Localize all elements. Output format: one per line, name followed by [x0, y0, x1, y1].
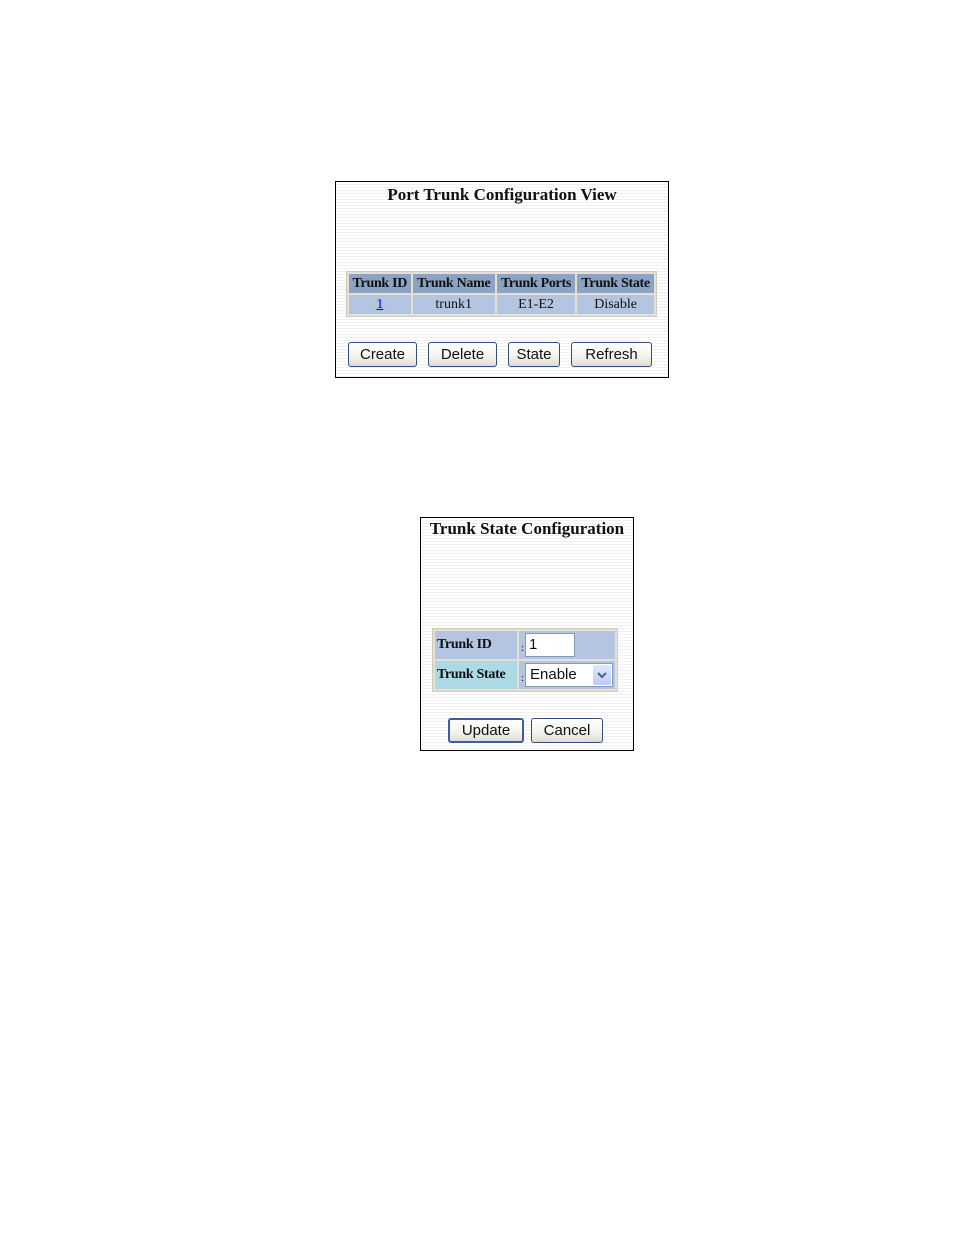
form-row-trunk-state: Trunk State : Enable — [435, 661, 615, 689]
trunk-state-form: Trunk ID :1 Trunk State : Enable — [432, 628, 618, 692]
column-header-trunk-ports: Trunk Ports — [496, 274, 576, 293]
separator: : — [520, 672, 524, 685]
trunk-state-configuration-panel: Trunk State Configuration Trunk ID :1 Tr… — [420, 517, 634, 751]
trunk-id-value-cell: :1 — [518, 631, 615, 659]
panel-title: Port Trunk Configuration View — [387, 185, 617, 204]
column-header-trunk-name: Trunk Name — [412, 274, 495, 293]
cancel-button[interactable]: Cancel — [531, 718, 603, 743]
separator: : — [520, 642, 524, 655]
column-header-trunk-state: Trunk State — [577, 274, 654, 293]
create-button[interactable]: Create — [348, 342, 417, 367]
chevron-down-icon[interactable] — [593, 665, 611, 685]
refresh-button[interactable]: Refresh — [571, 342, 652, 367]
trunk-id-label: Trunk ID — [435, 631, 517, 659]
column-header-trunk-id: Trunk ID — [349, 274, 411, 293]
cell-trunk-id: 1 — [349, 295, 411, 314]
port-trunk-configuration-view-panel: Port Trunk Configuration View Trunk ID T… — [335, 181, 669, 378]
trunk-id-link[interactable]: 1 — [376, 297, 383, 312]
delete-button[interactable]: Delete — [428, 342, 497, 367]
cell-trunk-name: trunk1 — [412, 295, 495, 314]
trunk-state-label: Trunk State — [435, 661, 517, 689]
cell-trunk-ports: E1-E2 — [496, 295, 576, 314]
trunk-state-select[interactable]: Enable — [525, 663, 613, 687]
trunk-table: Trunk ID Trunk Name Trunk Ports Trunk St… — [346, 271, 657, 317]
update-button[interactable]: Update — [448, 718, 524, 743]
trunk-state-selected-value: Enable — [530, 666, 577, 683]
panel-title: Trunk State Configuration — [429, 519, 625, 538]
table-row: 1 trunk1 E1-E2 Disable — [349, 295, 654, 314]
form-row-trunk-id: Trunk ID :1 — [435, 631, 615, 659]
trunk-state-value-cell: : Enable — [518, 661, 615, 689]
cell-trunk-state: Disable — [577, 295, 654, 314]
trunk-id-input[interactable]: 1 — [525, 633, 575, 657]
table-header-row: Trunk ID Trunk Name Trunk Ports Trunk St… — [349, 274, 654, 293]
state-button[interactable]: State — [508, 342, 560, 367]
